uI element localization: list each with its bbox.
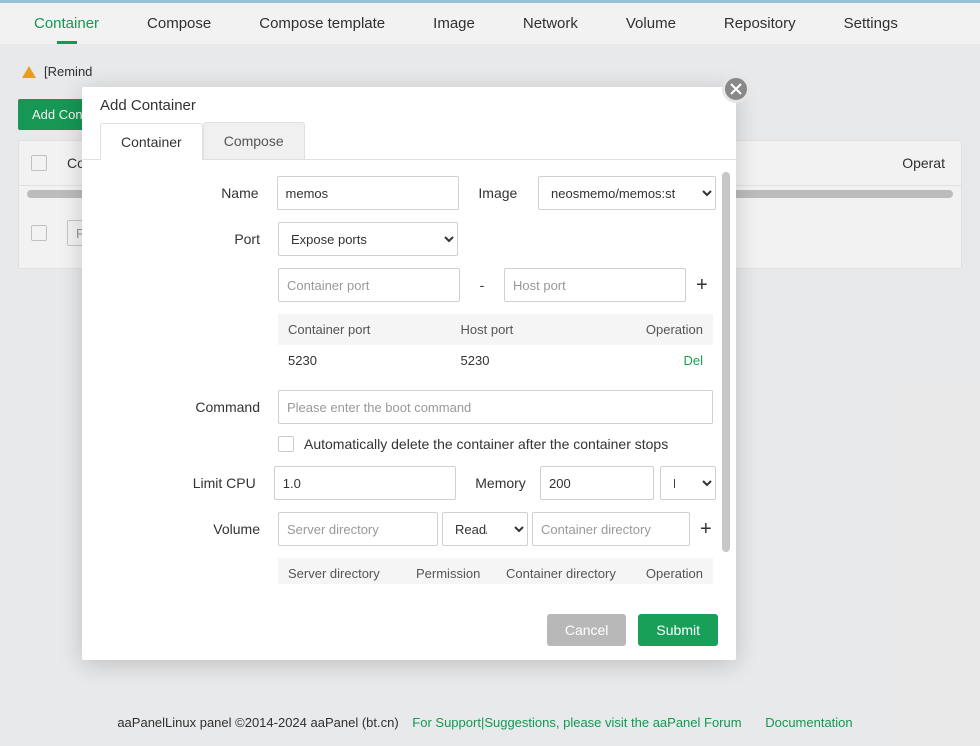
cancel-button[interactable]: Cancel bbox=[547, 614, 627, 646]
port-col-host: Host port bbox=[461, 322, 634, 337]
modal-title: Add Container bbox=[82, 87, 736, 122]
modal-tab-container[interactable]: Container bbox=[100, 123, 203, 160]
image-select[interactable]: neosmemo/memos:stal bbox=[538, 176, 716, 210]
modal-tabs: Container Compose bbox=[82, 122, 736, 160]
port-row-delete[interactable]: Del bbox=[633, 353, 703, 368]
label-volume: Volume bbox=[82, 521, 278, 537]
command-input[interactable] bbox=[278, 390, 713, 424]
server-dir-input[interactable] bbox=[278, 512, 438, 546]
volume-mode-select[interactable]: Read/Write bbox=[442, 512, 528, 546]
vol-col-op: Operation bbox=[633, 566, 703, 581]
vol-col-server: Server directory bbox=[288, 566, 416, 581]
label-command: Command bbox=[82, 399, 278, 415]
add-volume-button[interactable]: + bbox=[700, 519, 712, 539]
close-button[interactable] bbox=[722, 75, 750, 103]
port-col-container: Container port bbox=[288, 322, 461, 337]
memory-unit-select[interactable]: MB bbox=[660, 466, 716, 500]
port-row-container: 5230 bbox=[288, 353, 461, 368]
port-row-host: 5230 bbox=[461, 353, 634, 368]
container-dir-input[interactable] bbox=[532, 512, 690, 546]
container-port-input[interactable] bbox=[278, 268, 460, 302]
port-mode-select[interactable]: Expose ports bbox=[278, 222, 458, 256]
vol-col-container: Container directory bbox=[506, 566, 633, 581]
cpu-input[interactable] bbox=[274, 466, 456, 500]
host-port-input[interactable] bbox=[504, 268, 686, 302]
port-row: 5230 5230 Del bbox=[278, 345, 713, 376]
modal-tab-compose[interactable]: Compose bbox=[203, 122, 305, 159]
add-port-button[interactable]: + bbox=[696, 275, 708, 295]
label-port: Port bbox=[82, 231, 278, 247]
add-container-modal: Add Container Container Compose Name Ima… bbox=[82, 87, 736, 660]
memory-input[interactable] bbox=[540, 466, 654, 500]
vol-col-perm: Permission bbox=[416, 566, 506, 581]
label-name: Name bbox=[82, 185, 277, 201]
label-image: Image bbox=[478, 185, 538, 201]
modal-scrollbar[interactable] bbox=[722, 172, 730, 552]
submit-button[interactable]: Submit bbox=[638, 614, 718, 646]
label-cpu: Limit CPU bbox=[82, 475, 274, 491]
form-scroll-area: Name Image neosmemo/memos:stal Port Expo… bbox=[82, 160, 736, 584]
label-memory: Memory bbox=[475, 475, 540, 491]
auto-delete-checkbox[interactable] bbox=[278, 436, 294, 452]
modal-footer: Cancel Submit bbox=[82, 600, 736, 660]
port-table: Container port Host port Operation 5230 … bbox=[278, 314, 713, 376]
name-input[interactable] bbox=[277, 176, 459, 210]
volume-table: Server directory Permission Container di… bbox=[278, 558, 713, 584]
port-col-op: Operation bbox=[633, 322, 703, 337]
close-icon bbox=[730, 83, 742, 95]
auto-delete-label: Automatically delete the container after… bbox=[304, 436, 668, 452]
